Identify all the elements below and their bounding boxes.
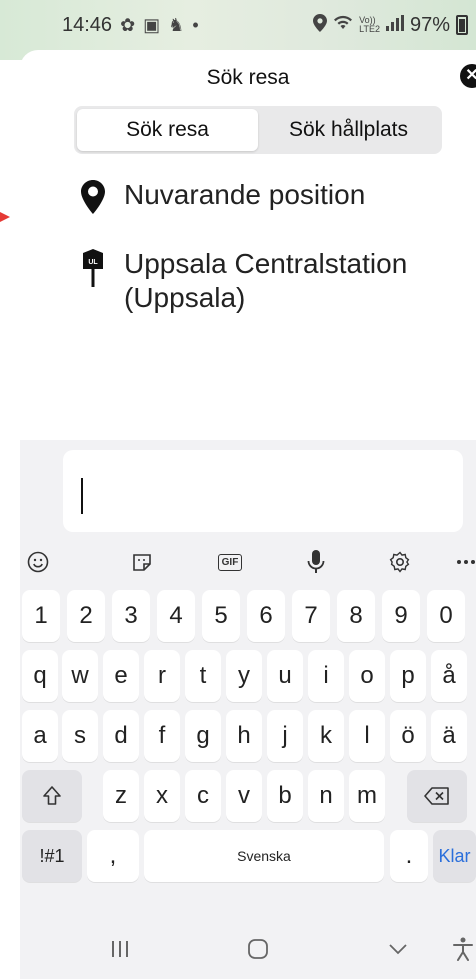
lte-icon: Vo)) LTE2 <box>359 15 380 34</box>
key-e[interactable]: e <box>103 650 139 702</box>
search-mode-tabs: Sök resa Sök hållplats <box>74 106 442 154</box>
side-arrow-marker <box>0 212 10 222</box>
key-2[interactable]: 2 <box>67 590 105 642</box>
key-7[interactable]: 7 <box>292 590 330 642</box>
key-6[interactable]: 6 <box>247 590 285 642</box>
soft-keyboard: GIF 1 2 3 4 5 6 7 8 9 0 q w e r t y u i … <box>20 440 476 979</box>
gif-label: GIF <box>217 553 243 571</box>
key-a-umlaut[interactable]: ä <box>431 710 467 762</box>
keyboard-row-bottom: !#1 , Svenska . Klar <box>20 830 476 882</box>
key-l[interactable]: l <box>349 710 385 762</box>
key-n[interactable]: n <box>308 770 344 822</box>
hide-keyboard-icon[interactable] <box>380 918 416 979</box>
key-m[interactable]: m <box>349 770 385 822</box>
key-v[interactable]: v <box>226 770 262 822</box>
location-pin-icon <box>80 180 106 214</box>
more-notifications-dot-icon: • <box>192 14 199 35</box>
key-o[interactable]: o <box>349 650 385 702</box>
tab-search-trip[interactable]: Sök resa <box>77 109 258 151</box>
settings-icon[interactable] <box>382 538 418 586</box>
svg-text:UL: UL <box>88 259 98 266</box>
key-k[interactable]: k <box>308 710 344 762</box>
more-icon[interactable] <box>456 538 476 586</box>
accessibility-icon[interactable] <box>450 918 476 979</box>
key-g[interactable]: g <box>185 710 221 762</box>
status-time: 14:46 <box>62 13 113 36</box>
gif-icon[interactable]: GIF <box>212 538 248 586</box>
key-i[interactable]: i <box>308 650 344 702</box>
key-o-umlaut[interactable]: ö <box>390 710 426 762</box>
key-d[interactable]: d <box>103 710 139 762</box>
place-uppsala-central[interactable]: UL Uppsala Centralstation (Uppsala) <box>80 247 444 315</box>
key-3[interactable]: 3 <box>112 590 150 642</box>
space-key[interactable]: Svenska <box>144 830 384 882</box>
place-label: Uppsala Centralstation (Uppsala) <box>124 248 408 313</box>
key-h[interactable]: h <box>226 710 262 762</box>
key-8[interactable]: 8 <box>337 590 375 642</box>
period-key[interactable]: . <box>390 830 428 882</box>
key-x[interactable]: x <box>144 770 180 822</box>
shift-icon <box>43 786 61 805</box>
key-1[interactable]: 1 <box>22 590 60 642</box>
backspace-icon <box>424 787 449 805</box>
key-a[interactable]: a <box>22 710 58 762</box>
mic-icon[interactable] <box>298 538 334 586</box>
keyboard-row-3: z x c v b n m <box>20 770 476 822</box>
battery-percent: 97% <box>409 13 450 36</box>
keyboard-row-1: q w e r t y u i o p å <box>20 650 476 702</box>
game-notification-icon: ♞ <box>168 14 185 35</box>
wifi-icon <box>333 15 353 36</box>
signal-icon <box>385 14 404 36</box>
emoji-icon[interactable] <box>20 538 56 586</box>
key-u[interactable]: u <box>267 650 303 702</box>
key-p[interactable]: p <box>390 650 426 702</box>
key-w[interactable]: w <box>62 650 98 702</box>
status-bar: 14:46 ✿ ▣ ♞ • Vo)) LTE2 97% <box>0 0 476 50</box>
comma-key[interactable]: , <box>87 830 139 882</box>
keyboard-row-2: a s d f g h j k l ö ä <box>20 710 476 762</box>
symbols-key[interactable]: !#1 <box>22 830 82 882</box>
backspace-key[interactable] <box>407 770 467 822</box>
ul-stop-sign-icon: UL <box>80 249 106 287</box>
app-notification-icon: ▣ <box>143 14 161 35</box>
key-y[interactable]: y <box>226 650 262 702</box>
key-0[interactable]: 0 <box>427 590 465 642</box>
key-b[interactable]: b <box>267 770 303 822</box>
home-icon[interactable] <box>240 918 276 979</box>
key-4[interactable]: 4 <box>157 590 195 642</box>
key-s[interactable]: s <box>62 710 98 762</box>
battery-icon <box>456 15 468 35</box>
sheet-title: Sök resa <box>206 66 290 89</box>
keyboard-row-numbers: 1 2 3 4 5 6 7 8 9 0 <box>20 590 476 642</box>
text-caret <box>81 478 83 514</box>
keyboard-toolbar: GIF <box>20 538 476 586</box>
key-f[interactable]: f <box>144 710 180 762</box>
close-icon: ✕ <box>465 67 476 84</box>
place-label: Nuvarande position <box>124 179 366 210</box>
key-z[interactable]: z <box>103 770 139 822</box>
sticker-icon[interactable] <box>124 538 160 586</box>
key-q[interactable]: q <box>22 650 58 702</box>
key-5[interactable]: 5 <box>202 590 240 642</box>
key-9[interactable]: 9 <box>382 590 420 642</box>
key-j[interactable]: j <box>267 710 303 762</box>
location-status-icon <box>313 13 328 37</box>
done-key[interactable]: Klar <box>433 830 476 882</box>
system-nav-bar <box>20 918 476 979</box>
tab-search-stop[interactable]: Sök hållplats <box>258 109 439 151</box>
search-input[interactable] <box>63 450 463 532</box>
shift-key[interactable] <box>22 770 82 822</box>
recent-apps-icon[interactable] <box>102 918 138 979</box>
key-a-ring[interactable]: å <box>431 650 467 702</box>
key-t[interactable]: t <box>185 650 221 702</box>
place-current-position[interactable]: Nuvarande position <box>80 178 365 214</box>
settings-notification-icon: ✿ <box>120 14 136 35</box>
key-c[interactable]: c <box>185 770 221 822</box>
key-r[interactable]: r <box>144 650 180 702</box>
